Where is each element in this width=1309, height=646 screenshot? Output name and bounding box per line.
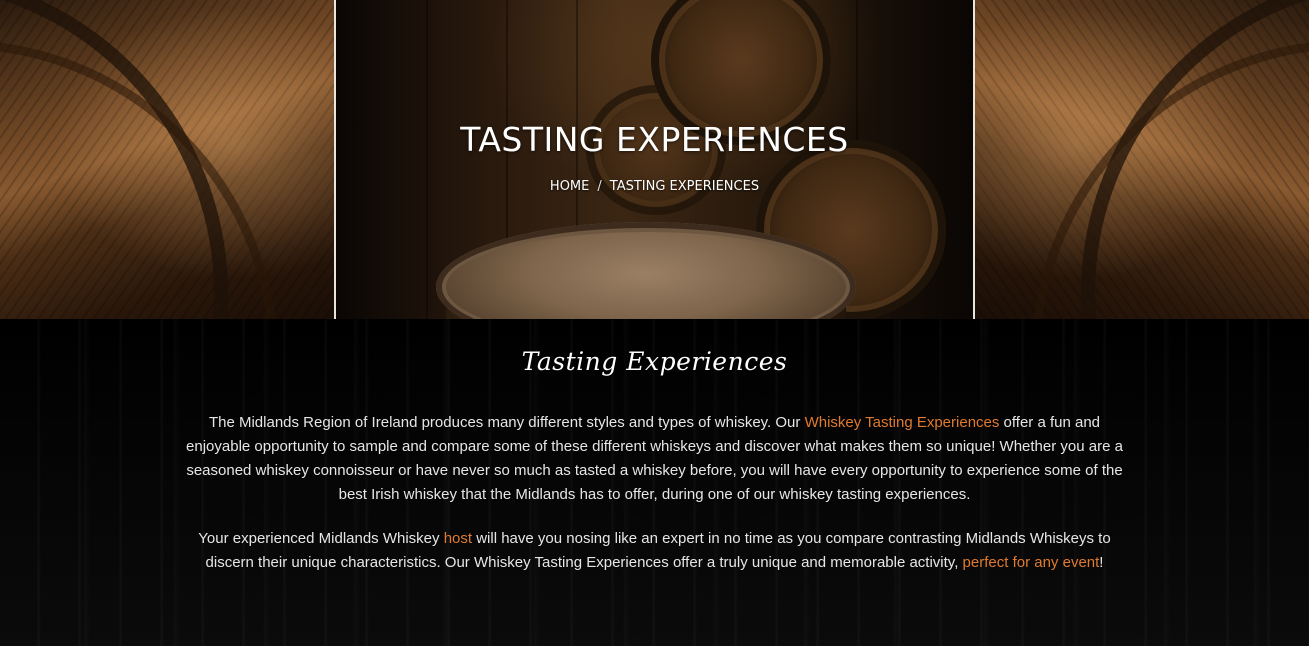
host-link[interactable]: host [444, 530, 472, 547]
hero-text: TASTING EXPERIENCES HOME / TASTING EXPERIE… [0, 0, 1309, 319]
host-text-before: Your experienced Midlands Whiskey [198, 530, 444, 547]
page: TASTING EXPERIENCES HOME / TASTING EXPERIE… [0, 0, 1309, 646]
hero-banner: TASTING EXPERIENCES HOME / TASTING EXPERIE… [0, 0, 1309, 319]
intro-paragraph: The Midlands Region of Ireland produces … [182, 411, 1127, 507]
breadcrumb-home-link[interactable]: HOME [550, 179, 589, 194]
section-heading: Tasting Experiences [521, 347, 788, 376]
content-section: Tasting Experiences The Midlands Region … [0, 319, 1309, 646]
perfect-for-any-event-link[interactable]: perfect for any event [963, 554, 1100, 571]
whiskey-tasting-experiences-link[interactable]: Whiskey Tasting Experiences [805, 414, 1000, 431]
intro-text-before: The Midlands Region of Ireland produces … [208, 414, 805, 431]
host-paragraph: Your experienced Midlands Whiskey host w… [182, 527, 1127, 575]
breadcrumb-separator: / [597, 179, 602, 194]
breadcrumb-current: TASTING EXPERIENCES [609, 179, 760, 194]
page-title: TASTING EXPERIENCES [460, 120, 849, 159]
host-text-after: ! [1099, 554, 1104, 571]
breadcrumb: HOME / TASTING EXPERIENCES [0, 179, 1309, 194]
